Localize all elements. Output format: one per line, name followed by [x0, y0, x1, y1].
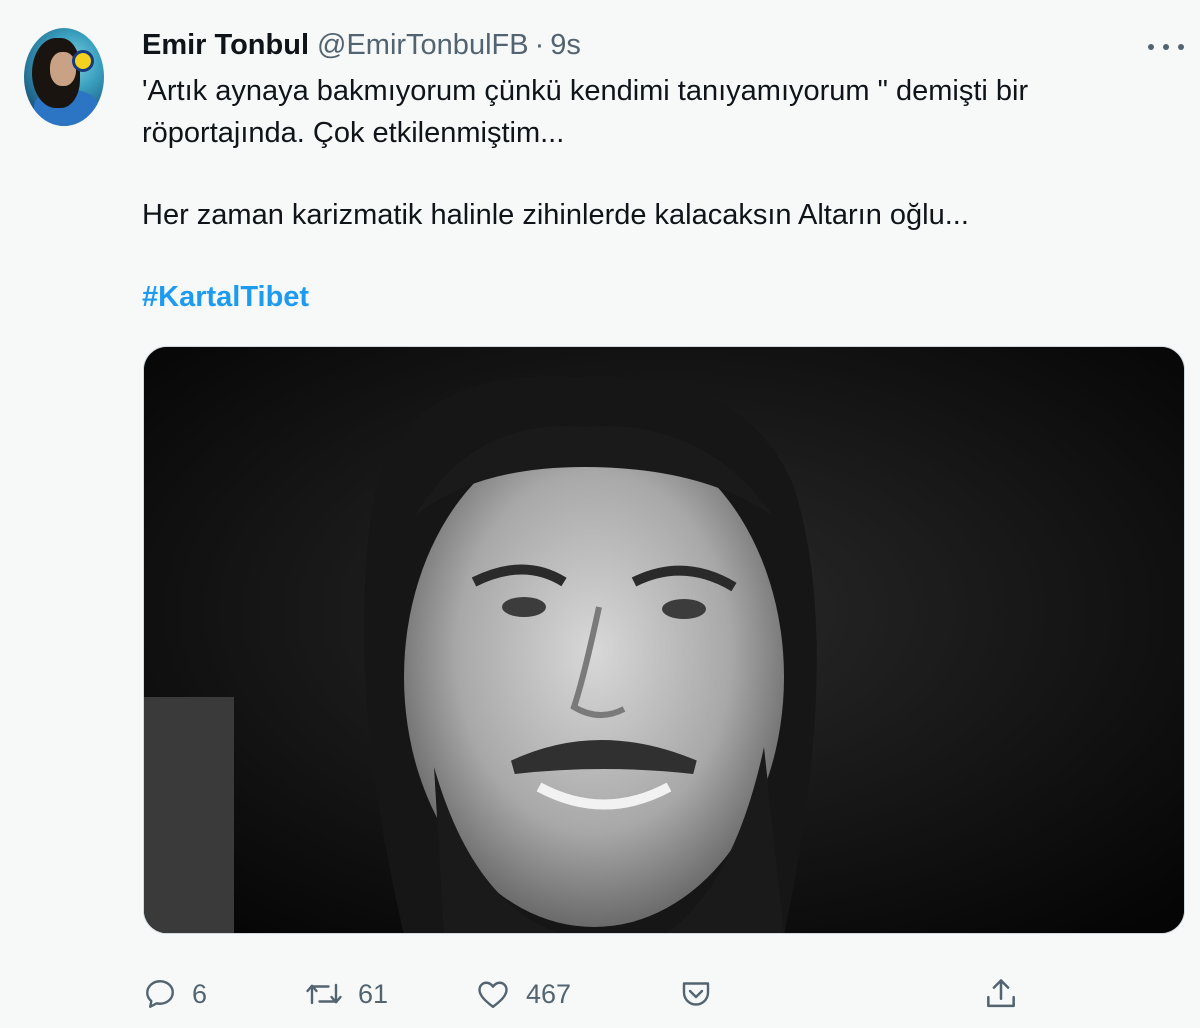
author-handle[interactable]: @EmirTonbulFB	[317, 26, 529, 64]
like-count: 467	[526, 978, 572, 1009]
reply-count: 6	[192, 978, 208, 1009]
more-options-button[interactable]	[1148, 40, 1184, 54]
tweet-card[interactable]: Emir Tonbul @EmirTonbulFB · 9s 'Artık ay…	[0, 0, 1200, 1028]
save-to-pocket-button[interactable]	[678, 968, 714, 1020]
share-button[interactable]	[982, 968, 1020, 1020]
tweet-text-paragraph: 'Artık aynaya bakmıyorum çünkü kendimi t…	[142, 75, 1029, 149]
heart-icon	[478, 981, 508, 1008]
retweet-icon	[306, 983, 342, 1005]
separator-dot: ·	[534, 29, 545, 61]
retweet-count: 61	[358, 978, 389, 1009]
like-button[interactable]: 467	[474, 968, 571, 1020]
more-dot-icon	[1163, 44, 1169, 50]
tweet-text: 'Artık aynaya bakmıyorum çünkü kendimi t…	[142, 70, 1172, 313]
tweet-photo[interactable]	[143, 346, 1185, 934]
reply-icon	[146, 980, 174, 1008]
more-dot-icon	[1178, 44, 1184, 50]
avatar[interactable]	[24, 28, 104, 126]
reply-button[interactable]: 6	[142, 968, 207, 1020]
share-icon	[987, 979, 1015, 1008]
timestamp[interactable]: 9s	[550, 26, 581, 64]
pocket-icon	[682, 982, 710, 1006]
hashtag-link[interactable]: #KartalTibet	[142, 276, 309, 318]
tweet-text-paragraph: Her zaman karizmatik halinle zihinlerde …	[142, 199, 969, 231]
portrait-photo	[144, 347, 1184, 933]
tweet-header: Emir Tonbul @EmirTonbulFB · 9s	[142, 26, 581, 64]
retweet-button[interactable]: 61	[304, 968, 388, 1020]
club-badge-icon	[72, 50, 94, 72]
author-name[interactable]: Emir Tonbul	[142, 26, 309, 64]
more-dot-icon	[1148, 44, 1154, 50]
tweet-actions: 6 61 467	[0, 968, 1200, 1020]
